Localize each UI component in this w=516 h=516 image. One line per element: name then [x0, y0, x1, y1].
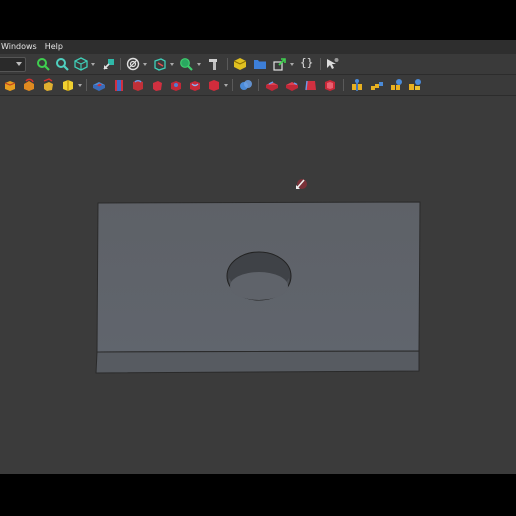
- group-icon[interactable]: [253, 57, 267, 71]
- partdesign-toolbar: [0, 75, 516, 96]
- menu-bar: Windows Help: [0, 40, 516, 54]
- plate-model[interactable]: [95, 201, 421, 374]
- draw-style-icon[interactable]: [126, 57, 140, 71]
- freecad-window: Windows Help {}: [0, 40, 516, 474]
- view-isometric-icon[interactable]: [74, 57, 88, 71]
- navigation-cursor-icon: [296, 179, 307, 189]
- chevron-down-icon[interactable]: [197, 63, 201, 66]
- multi-transform-icon[interactable]: [408, 78, 422, 92]
- measure-icon[interactable]: [206, 57, 220, 71]
- whats-this-icon[interactable]: [325, 57, 339, 71]
- chevron-down-icon[interactable]: [224, 84, 228, 87]
- plate-front-face[interactable]: [95, 350, 420, 374]
- fillet-icon[interactable]: [265, 78, 279, 92]
- linear-pattern-icon[interactable]: [370, 78, 384, 92]
- chevron-down-icon[interactable]: [78, 84, 82, 87]
- viewport-canvas: [95, 179, 421, 374]
- mirrored-icon[interactable]: [350, 78, 364, 92]
- draft-icon[interactable]: [304, 78, 318, 92]
- chamfer-icon[interactable]: [285, 78, 299, 92]
- subtractive-pipe-icon[interactable]: [169, 78, 183, 92]
- additive-primitive-icon[interactable]: [61, 78, 75, 92]
- groove-icon[interactable]: [131, 78, 145, 92]
- screen-top-border: [0, 0, 516, 40]
- view-toolbar: {}: [0, 54, 516, 75]
- loft-icon[interactable]: [41, 78, 55, 92]
- toolbar-separator: [227, 58, 228, 70]
- pocket-icon[interactable]: [92, 78, 106, 92]
- toolbar-separator: [232, 79, 233, 91]
- select-cursor-icon[interactable]: [102, 57, 116, 71]
- link-icon[interactable]: [273, 57, 287, 71]
- zoom-fit-selection-icon[interactable]: [55, 57, 69, 71]
- chevron-down-icon: [16, 62, 22, 66]
- part-icon[interactable]: [233, 57, 247, 71]
- chevron-down-icon[interactable]: [91, 63, 95, 66]
- toolbar-separator: [86, 79, 87, 91]
- revolve-icon[interactable]: [22, 78, 36, 92]
- boolean-icon[interactable]: [239, 78, 253, 92]
- bounding-box-icon[interactable]: [153, 57, 167, 71]
- hole-icon[interactable]: [112, 78, 126, 92]
- toolbar-separator: [320, 58, 321, 70]
- subtractive-primitive-icon[interactable]: [207, 78, 221, 92]
- chevron-down-icon[interactable]: [290, 63, 294, 66]
- polar-pattern-icon[interactable]: [389, 78, 403, 92]
- toolbar-separator: [343, 79, 344, 91]
- chevron-down-icon[interactable]: [170, 63, 174, 66]
- menu-windows[interactable]: Windows: [0, 40, 41, 54]
- chevron-down-icon[interactable]: [143, 63, 147, 66]
- screen-bottom-border: [0, 474, 516, 516]
- toolbar-separator: [120, 58, 121, 70]
- toolbar-separator: [258, 79, 259, 91]
- 3d-viewport[interactable]: [0, 96, 516, 474]
- zoom-fit-all-icon[interactable]: [36, 57, 50, 71]
- macro-braces-icon[interactable]: {}: [300, 56, 313, 69]
- zoom-in-icon[interactable]: [179, 57, 193, 71]
- hole-feature[interactable]: [226, 251, 292, 301]
- menu-help[interactable]: Help: [41, 40, 67, 54]
- thickness-icon[interactable]: [323, 78, 337, 92]
- pad-icon[interactable]: [3, 78, 17, 92]
- workbench-selector[interactable]: [0, 57, 26, 72]
- subtractive-loft-icon[interactable]: [150, 78, 164, 92]
- subtractive-helix-icon[interactable]: [188, 78, 202, 92]
